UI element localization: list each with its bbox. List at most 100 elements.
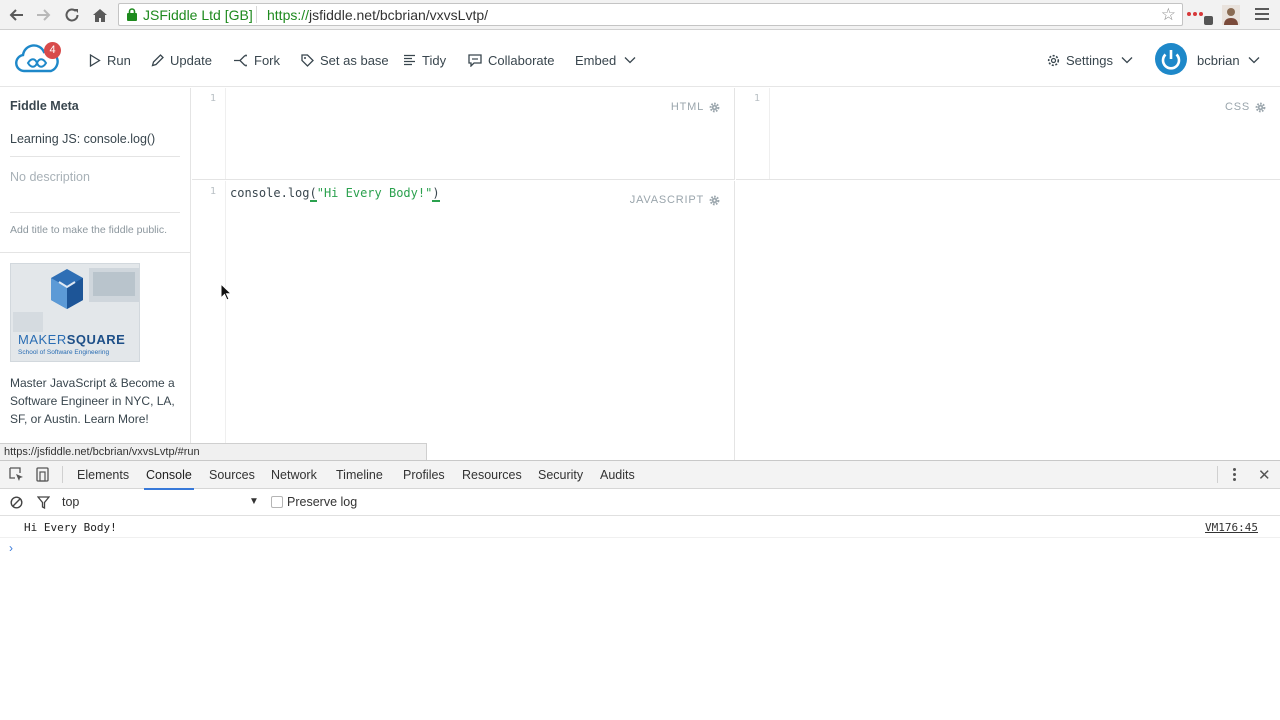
css-settings-gear-icon[interactable]: [1255, 102, 1266, 113]
home-icon[interactable]: [90, 5, 110, 25]
user-menu-dropdown[interactable]: bcbrian: [1197, 50, 1266, 70]
fiddle-description-field[interactable]: No description: [10, 170, 90, 184]
context-dropdown-arrow-icon[interactable]: ▼: [249, 496, 259, 507]
collaborate-button[interactable]: Collaborate: [468, 50, 555, 70]
html-settings-gear-icon[interactable]: [709, 102, 720, 113]
console-prompt-input[interactable]: ›: [9, 541, 13, 555]
javascript-code-line[interactable]: console.log("Hi Every Body!"): [230, 186, 440, 202]
set-as-base-button[interactable]: Set as base: [301, 50, 389, 70]
devtools-tab-timeline[interactable]: Timeline: [336, 468, 383, 482]
fiddle-name-field[interactable]: Learning JS: console.log(): [10, 132, 155, 146]
context-selector[interactable]: top: [62, 495, 79, 509]
username: bcbrian: [1197, 52, 1240, 68]
chevron-down-icon: [1121, 57, 1133, 64]
devtools-tab-elements[interactable]: Elements: [77, 468, 129, 482]
back-arrow-icon[interactable]: [6, 5, 26, 25]
devtools-panel: Elements Console Sources Network Timelin…: [0, 460, 1280, 720]
devtools-tab-audits[interactable]: Audits: [600, 468, 635, 482]
link-hover-status: https://jsfiddle.net/bcbrian/vxvsLvtp/#r…: [0, 443, 427, 460]
html-gutter: 1: [192, 88, 226, 179]
settings-dropdown[interactable]: Settings: [1047, 50, 1139, 70]
preserve-log-checkbox[interactable]: [271, 496, 283, 508]
css-gutter: 1: [736, 88, 770, 179]
devtools-tab-security[interactable]: Security: [538, 468, 583, 482]
url-text[interactable]: https://jsfiddle.net/bcbrian/vxvsLvtp/: [267, 7, 488, 23]
play-icon: [89, 53, 101, 67]
devtools-tab-bar: Elements Console Sources Network Timelin…: [0, 461, 1280, 490]
tag-icon: [301, 53, 314, 67]
public-hint: Add title to make the fiddle public.: [10, 224, 168, 236]
inspect-element-icon[interactable]: [9, 467, 24, 482]
url-path: jsfiddle.net/bcbrian/vxvsLvtp/: [309, 7, 489, 23]
run-button[interactable]: Run: [89, 50, 131, 70]
console-log-message: Hi Every Body!: [24, 521, 117, 534]
browser-chrome: JSFiddle Ltd [GB] https://jsfiddle.net/b…: [0, 0, 1280, 30]
devtools-tab-network[interactable]: Network: [271, 468, 317, 482]
fork-button[interactable]: Fork: [233, 50, 280, 70]
javascript-gutter: 1: [192, 181, 226, 460]
user-avatar[interactable]: [1155, 43, 1187, 75]
fiddle-toolbar: 4 Run Update Fork Set as base Tidy Colla…: [0, 31, 1280, 87]
embed-label: Embed: [575, 52, 617, 68]
extension-badge-icon[interactable]: [1204, 16, 1213, 25]
console-log-source-link[interactable]: VM176:45: [1205, 521, 1258, 534]
devtools-tab-resources[interactable]: Resources: [462, 468, 522, 482]
devtools-tab-profiles[interactable]: Profiles: [403, 468, 445, 482]
ev-certificate-badge[interactable]: JSFiddle Ltd [GB]: [123, 6, 257, 23]
tidy-button[interactable]: Tidy: [403, 50, 446, 70]
chevron-down-icon: [624, 57, 636, 64]
devtools-tab-console[interactable]: Console: [144, 468, 194, 490]
fork-icon: [234, 54, 247, 66]
clear-console-icon[interactable]: [10, 496, 23, 509]
device-mode-icon[interactable]: [35, 467, 50, 482]
javascript-editor[interactable]: 1 console.log("Hi Every Body!") JAVASCRI…: [192, 181, 735, 460]
css-editor[interactable]: 1 CSS: [736, 88, 1280, 180]
tidy-lines-icon: [404, 54, 415, 66]
filter-icon[interactable]: [37, 496, 50, 509]
console-log-row: Hi Every Body! VM176:45: [0, 517, 1280, 538]
tidy-label: Tidy: [422, 52, 447, 68]
javascript-settings-gear-icon[interactable]: [709, 195, 720, 206]
browser-menu-icon[interactable]: [1255, 8, 1269, 23]
chevron-down-icon: [1248, 57, 1260, 64]
devtools-more-icon[interactable]: [1233, 468, 1237, 483]
extension-dots-icon[interactable]: [1187, 12, 1203, 16]
html-editor[interactable]: 1 HTML: [192, 88, 735, 180]
user-profile-icon[interactable]: [1222, 5, 1240, 25]
notification-badge[interactable]: 4: [44, 42, 61, 59]
gear-icon: [1047, 54, 1060, 66]
javascript-panel-label: JAVASCRIPT: [630, 194, 720, 206]
update-button[interactable]: Update: [151, 50, 212, 70]
console-filter-bar: top ▼ Preserve log: [0, 490, 1280, 516]
embed-dropdown[interactable]: Embed: [575, 50, 642, 70]
pencil-icon: [151, 53, 164, 66]
url-scheme: https://: [267, 7, 310, 23]
sponsor-ad-image[interactable]: MAKERSQUARE School of Software Engineeri…: [10, 263, 140, 362]
settings-label: Settings: [1066, 52, 1113, 68]
sidebar-title: Fiddle Meta: [10, 99, 79, 113]
sponsor-tagline: School of Software Engineering: [18, 349, 110, 356]
bookmark-star-icon[interactable]: ☆: [1161, 5, 1176, 25]
fiddle-meta-sidebar: Fiddle Meta Learning JS: console.log() N…: [0, 88, 191, 460]
divider: [0, 252, 190, 253]
chat-bubble-icon: [468, 53, 482, 67]
forward-arrow-icon[interactable]: [34, 5, 54, 25]
divider: [10, 156, 180, 157]
lock-icon: [127, 8, 137, 21]
divider: [10, 212, 180, 213]
set-as-base-label: Set as base: [320, 52, 389, 68]
reload-icon[interactable]: [62, 5, 82, 25]
sponsor-ad-text[interactable]: Master JavaScript & Become a Software En…: [10, 374, 180, 428]
update-label: Update: [170, 52, 212, 68]
devtools-close-icon[interactable]: ✕: [1258, 466, 1271, 484]
collaborate-label: Collaborate: [488, 52, 555, 68]
devtools-tab-sources[interactable]: Sources: [209, 468, 255, 482]
css-panel-label: CSS: [1225, 101, 1266, 113]
run-label: Run: [107, 52, 131, 68]
html-panel-label: HTML: [671, 101, 720, 113]
fork-label: Fork: [254, 52, 280, 68]
result-panel[interactable]: [736, 181, 1280, 460]
ev-name: JSFiddle Ltd [GB]: [143, 6, 253, 23]
address-bar[interactable]: JSFiddle Ltd [GB] https://jsfiddle.net/b…: [118, 3, 1183, 26]
sponsor-brand: MAKERSQUARE: [18, 332, 126, 347]
